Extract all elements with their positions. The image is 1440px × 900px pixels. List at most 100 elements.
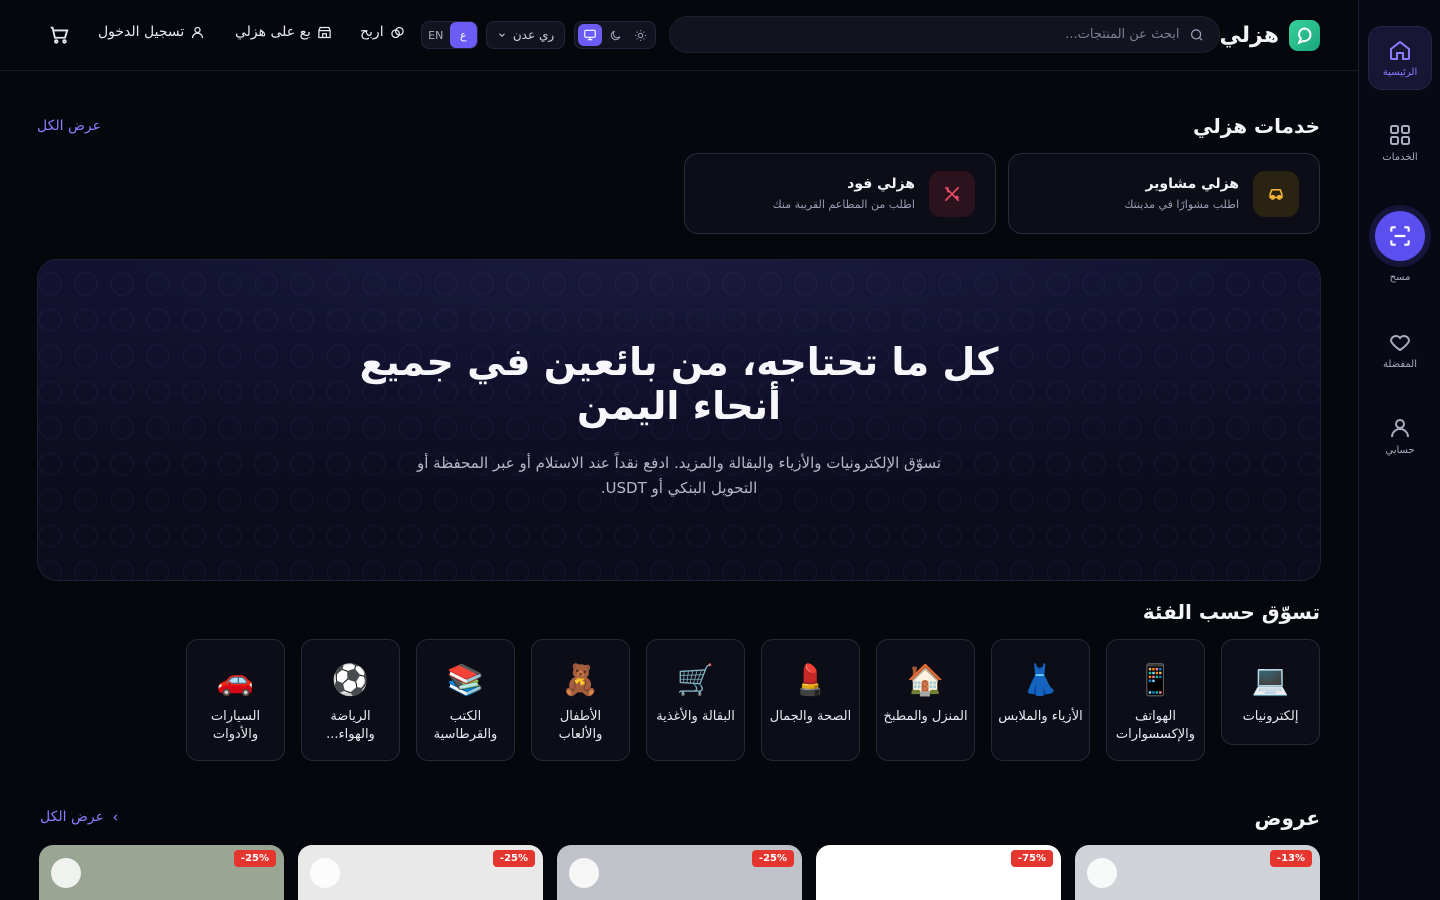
logo-mark-icon [1289,20,1320,51]
deal-card[interactable]: 25%- [557,845,802,900]
hero-title: كل ما تحتاجه، من بائعين في جميع أنحاء ال… [359,340,999,428]
discount-badge: 25%- [492,850,535,867]
search-bar [669,16,1220,53]
deal-card[interactable]: 25%- [39,845,284,900]
service-subtitle: اطلب من المطاعم القريبة منك [772,198,915,211]
deal-card[interactable]: 75%- [816,845,1061,900]
category-card[interactable]: 📚 الكتب والقرطاسية [416,639,515,761]
language-switcher: ع EN [421,21,478,49]
scan-button[interactable] [1375,211,1425,261]
category-label: الصحة والجمال [769,709,852,724]
category-card[interactable]: 👗 الأزياء والملابس [991,639,1090,761]
category-label: إلكترونيات [1242,709,1299,724]
deal-card[interactable]: 13%- [1075,845,1320,900]
heart-icon [1389,335,1411,352]
category-label: المنزل والمطبخ [883,709,968,724]
category-card[interactable]: 🚗 السيارات والأدوات [186,639,285,761]
login-link[interactable]: تسجيل الدخول [98,24,205,40]
chevron-left-icon [113,813,118,821]
category-card[interactable]: 💄 الصحة والجمال [761,639,860,761]
rail-favorites[interactable]: المفضلة [1368,318,1432,382]
category-card[interactable]: 🏠 المنزل والمطبخ [876,639,975,761]
car-icon [1253,170,1299,217]
brand-logo[interactable]: هزلي [1220,20,1320,51]
service-title: هزلي فود [847,176,915,192]
user-icon [1391,419,1409,438]
service-subtitle: اطلب مشوارًا في مدينتك [1124,198,1239,211]
theme-system-button[interactable] [577,24,602,46]
rail-services-label: الخدمات [1382,152,1418,163]
rail-favorites-label: المفضلة [1383,359,1418,370]
cart-button[interactable] [48,24,70,50]
category-label: البقالة والأغذية [656,709,735,724]
discount-badge: 25%- [233,850,276,867]
category-card[interactable]: 🧸 الأطفال والألعاب [531,639,630,761]
category-icon: 🏠 [906,662,945,698]
category-icon: 🧸 [561,662,600,698]
utensils-icon [929,170,975,217]
earn-label: اربح [360,24,384,40]
brand-name: هزلي [1219,23,1279,48]
theme-light-button[interactable] [628,24,652,46]
scan-label: مسح [1389,272,1411,283]
discount-badge: 13%- [1269,850,1312,867]
category-card[interactable]: 🛒 البقالة والأغذية [646,639,745,761]
service-card-rides[interactable]: هزلي مشاوير اطلب مشوارًا في مدينتك [1008,153,1320,234]
categories-title: تسوّق حسب الفئة [1142,600,1320,624]
category-icon: 📚 [446,662,485,698]
user-icon [192,26,204,38]
service-card-food[interactable]: هزلي فود اطلب من المطاعم القريبة منك [684,153,996,234]
category-icon: 🛒 [676,662,715,698]
favorite-button[interactable] [569,858,599,888]
category-icon: 💄 [791,662,830,698]
lang-en-button[interactable]: EN [422,22,450,48]
category-card[interactable]: 📱 الهواتف والإكسسوارات [1106,639,1205,761]
hero-banner: كل ما تحتاجه، من بائعين في جميع أنحاء ال… [37,259,1321,581]
theme-dark-button[interactable] [603,24,627,46]
sell-link[interactable]: بع على هزلي [235,24,332,40]
currency-value: ري عدن [512,28,555,42]
rail-account-label: حسابي [1385,445,1415,456]
store-icon [318,26,331,38]
favorite-button[interactable] [51,858,81,888]
service-text: هزلي فود اطلب من المطاعم القريبة منك [773,176,915,211]
chevron-down-icon [498,33,505,37]
category-icon: 👗 [1021,662,1060,698]
lang-ar-button[interactable]: ع [449,22,477,48]
grid-icon [1390,125,1410,145]
rail-account[interactable]: حسابي [1368,404,1432,468]
cart-icon [50,26,69,44]
favorite-button[interactable] [828,858,858,888]
services-view-all-link[interactable]: عرض الكل [37,118,101,134]
rail-home[interactable]: الرئيسية [1368,26,1432,90]
favorite-button[interactable] [310,858,340,888]
favorite-button[interactable] [1087,858,1117,888]
rail-home-label: الرئيسية [1382,67,1418,78]
monitor-icon [583,29,596,41]
discount-badge: 75%- [1010,850,1053,867]
category-label: الأزياء والملابس [998,709,1083,724]
category-icon: 📱 [1136,662,1175,698]
category-card[interactable]: 💻 إلكترونيات [1221,639,1320,745]
category-label: الرياضة والهواء... [326,709,375,742]
moon-icon [610,30,620,40]
deals-title: عروض [1254,806,1320,830]
service-title: هزلي مشاوير [1145,176,1239,192]
deal-card[interactable]: 25%- [298,845,543,900]
earn-link[interactable]: اربح [360,24,405,40]
discount-badge: 25%- [751,850,794,867]
login-label: تسجيل الدخول [98,24,185,40]
category-card[interactable]: ⚽ الرياضة والهواء... [301,639,400,761]
currency-select[interactable]: ري عدن [486,21,565,49]
search-input[interactable] [670,27,1190,42]
category-label: الكتب والقرطاسية [433,709,498,742]
home-icon [1390,40,1410,60]
sell-label: بع على هزلي [235,24,311,40]
hero-subtitle: تسوّق الإلكترونيات والأزياء والبقالة وال… [416,454,942,497]
scan-icon [1390,226,1410,246]
theme-switcher [574,21,656,49]
services-title: خدمات هزلي [1193,114,1320,138]
rail-services[interactable]: الخدمات [1368,111,1432,175]
deals-view-all-link[interactable]: عرض الكل [40,809,121,825]
coins-icon [390,26,404,38]
